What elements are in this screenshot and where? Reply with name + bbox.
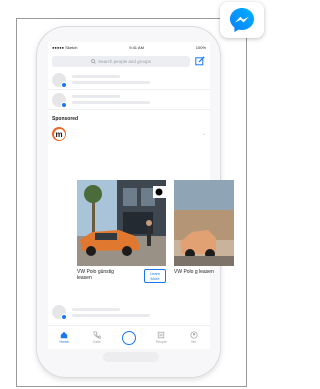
- avatar: [52, 72, 67, 88]
- carrier-text: ●●●●● Sketch: [52, 44, 78, 50]
- search-placeholder: Search people and groups: [98, 58, 151, 64]
- messenger-badge-icon: [61, 314, 67, 320]
- ad-card-image: [174, 180, 234, 266]
- phone-icon: [93, 331, 101, 339]
- nav-me[interactable]: Me: [183, 331, 205, 344]
- nav-label: Calls: [92, 340, 101, 344]
- phone-home-bar: [103, 352, 159, 362]
- nav-label: Me: [191, 340, 197, 344]
- search-row: Search people and groups: [48, 52, 210, 70]
- learn-more-button[interactable]: Learn More: [144, 269, 166, 283]
- time-text: 9:41 AM: [129, 44, 144, 50]
- sponsored-label: Sponsored: [52, 116, 79, 122]
- ad-card-title: VW Polo günstig leasen: [77, 269, 114, 281]
- ad-card-title: VW Polo g leasen: [174, 269, 214, 275]
- battery-text: 100%: [195, 44, 206, 50]
- profile-icon: [190, 331, 198, 339]
- messenger-logo-icon: [220, 2, 264, 38]
- nav-label: Home: [59, 340, 69, 344]
- messenger-badge-icon: [61, 101, 67, 108]
- chat-row[interactable]: [48, 70, 210, 90]
- bottom-nav: Home Calls People Me: [48, 325, 210, 349]
- ad-card[interactable]: VW Polo g leasen: [174, 180, 234, 298]
- nav-people[interactable]: People: [150, 331, 172, 344]
- nav-camera[interactable]: [118, 330, 140, 345]
- chat-placeholder-lines: [72, 95, 150, 104]
- brand-initial: m: [53, 128, 65, 140]
- chevron-down-icon[interactable]: ⌄: [202, 131, 206, 137]
- messenger-badge-icon: [61, 81, 67, 88]
- avatar: [52, 92, 67, 108]
- status-bar: ●●●●● Sketch 9:41 AM 100%: [48, 42, 210, 52]
- compose-icon[interactable]: [194, 55, 206, 67]
- nav-label: People: [155, 340, 167, 344]
- camera-circle-icon: [121, 330, 136, 345]
- ad-card-image: [77, 180, 166, 266]
- chat-row-partial[interactable]: [48, 302, 210, 322]
- chat-placeholder-lines: [72, 75, 150, 84]
- brand-logo[interactable]: m: [52, 127, 66, 141]
- ad-brand-row: m ⌄: [48, 125, 210, 143]
- ad-card[interactable]: VW Polo günstig leasen Learn More: [77, 180, 166, 298]
- search-input[interactable]: Search people and groups: [52, 55, 190, 67]
- chat-row[interactable]: [48, 90, 210, 110]
- home-icon: [60, 331, 68, 339]
- ad-carousel[interactable]: VW Polo günstig leasen Learn More VW Pol…: [77, 180, 234, 298]
- search-icon: [91, 58, 96, 64]
- nav-calls[interactable]: Calls: [86, 331, 108, 344]
- avatar: [52, 305, 67, 320]
- nav-home[interactable]: Home: [53, 331, 75, 344]
- people-icon: [158, 331, 165, 339]
